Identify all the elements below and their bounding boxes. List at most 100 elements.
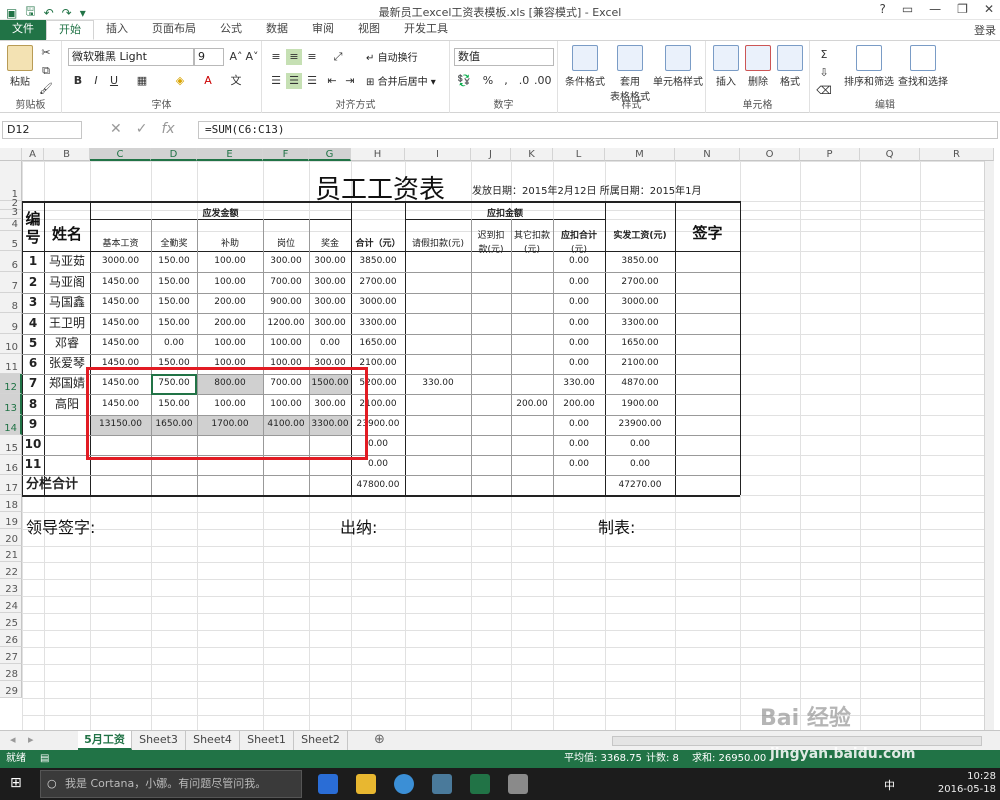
- align-top-icon[interactable]: ≡: [268, 49, 284, 65]
- paste-button[interactable]: 粘贴: [6, 45, 34, 88]
- row-header-25[interactable]: 25: [0, 613, 22, 630]
- explorer-icon[interactable]: [356, 774, 376, 794]
- column-header-J[interactable]: J: [471, 148, 511, 161]
- scroll-tabs-left-icon[interactable]: ◂: [10, 733, 16, 746]
- column-header-D[interactable]: D: [151, 148, 197, 161]
- align-center-icon[interactable]: ☰: [286, 73, 302, 89]
- indent-increase-icon[interactable]: ⇥: [342, 73, 358, 89]
- cortana-search[interactable]: ○ 我是 Cortana，小娜。有问题尽管问我。: [40, 770, 302, 798]
- row-header-11[interactable]: 11: [0, 354, 22, 374]
- paint-icon[interactable]: [508, 774, 528, 794]
- wrap-text-button[interactable]: ↵ 自动换行: [366, 49, 418, 64]
- align-right-icon[interactable]: ☰: [304, 73, 320, 89]
- tab-view[interactable]: 视图: [346, 20, 392, 40]
- horizontal-scrollbar[interactable]: [612, 736, 982, 746]
- row-header-12[interactable]: 12: [0, 374, 22, 394]
- clock[interactable]: 10:28 2016-05-18: [938, 770, 996, 796]
- column-header-L[interactable]: L: [553, 148, 605, 161]
- insert-button[interactable]: 插入: [710, 45, 742, 88]
- sheet-tab-sheet2[interactable]: Sheet2: [294, 731, 348, 750]
- row-header-3[interactable]: 3: [0, 207, 22, 219]
- worksheet-grid[interactable]: A B C D E F G H I J K L M N O P Q R 1 2 3 4 5 6 7 8 9 10 11 12 13 14 15 1…: [0, 148, 994, 730]
- tab-home[interactable]: 开始: [46, 20, 94, 40]
- column-header-H[interactable]: H: [351, 148, 405, 161]
- close-icon[interactable]: ✕: [984, 2, 994, 16]
- vertical-scrollbar[interactable]: [984, 161, 994, 730]
- copy-icon[interactable]: ⧉: [38, 63, 54, 79]
- insert-function-icon[interactable]: fx: [161, 121, 174, 137]
- row-header-9[interactable]: 9: [0, 313, 22, 334]
- fill-color-icon[interactable]: ◈: [172, 73, 188, 89]
- row-header-4[interactable]: 4: [0, 219, 22, 231]
- row-header-23[interactable]: 23: [0, 579, 22, 596]
- scroll-tabs-right-icon[interactable]: ▸: [28, 733, 34, 746]
- delete-button[interactable]: 删除: [742, 45, 774, 88]
- sheet-tab-sheet1[interactable]: Sheet1: [240, 731, 294, 750]
- excel-taskbar-icon[interactable]: [470, 774, 490, 794]
- row-header-17[interactable]: 17: [0, 475, 22, 495]
- column-header-Q[interactable]: Q: [860, 148, 920, 161]
- enter-icon[interactable]: ✓: [136, 121, 148, 137]
- row-header-10[interactable]: 10: [0, 334, 22, 354]
- italic-icon[interactable]: I: [88, 73, 104, 89]
- row-header-6[interactable]: 6: [0, 251, 22, 272]
- font-size-select[interactable]: 9: [194, 48, 224, 66]
- format-painter-icon[interactable]: 🖌: [38, 81, 54, 97]
- sheet-tab-5yue[interactable]: 5月工资: [78, 731, 132, 750]
- column-header-K[interactable]: K: [511, 148, 553, 161]
- cancel-icon[interactable]: ✕: [110, 121, 122, 137]
- add-sheet-icon[interactable]: ⊕: [374, 732, 385, 747]
- currency-icon[interactable]: 💱: [456, 73, 472, 89]
- ribbon-display-icon[interactable]: ▭: [902, 2, 913, 16]
- decrease-decimal-icon[interactable]: .00: [534, 73, 552, 89]
- conditional-format-button[interactable]: 条件格式: [562, 45, 608, 88]
- row-header-7[interactable]: 7: [0, 272, 22, 293]
- increase-decimal-icon[interactable]: .0: [516, 73, 532, 89]
- row-header-13[interactable]: 13: [0, 394, 22, 415]
- comma-icon[interactable]: ,: [498, 73, 514, 89]
- row-header-20[interactable]: 20: [0, 529, 22, 546]
- align-left-icon[interactable]: ☰: [268, 73, 284, 89]
- tab-page-layout[interactable]: 页面布局: [140, 20, 208, 40]
- sort-filter-button[interactable]: 排序和筛选: [842, 45, 896, 88]
- column-header-C[interactable]: C: [90, 148, 151, 161]
- find-select-button[interactable]: 查找和选择: [896, 45, 950, 88]
- macro-record-icon[interactable]: ▤: [40, 750, 49, 768]
- column-header-I[interactable]: I: [405, 148, 471, 161]
- edge-icon[interactable]: [318, 774, 338, 794]
- fill-icon[interactable]: ⇩: [816, 65, 832, 81]
- font-color-icon[interactable]: A: [200, 73, 216, 89]
- row-header-28[interactable]: 28: [0, 664, 22, 681]
- browser-icon[interactable]: [394, 774, 414, 794]
- align-bottom-icon[interactable]: ≡: [304, 49, 320, 65]
- column-header-R[interactable]: R: [920, 148, 994, 161]
- column-header-E[interactable]: E: [197, 148, 263, 161]
- column-header-M[interactable]: M: [605, 148, 675, 161]
- format-as-table-button[interactable]: 套用 表格格式: [608, 45, 652, 103]
- row-header-1[interactable]: 1: [0, 161, 22, 201]
- bold-icon[interactable]: B: [70, 73, 86, 89]
- format-button[interactable]: 格式: [774, 45, 806, 88]
- help-icon[interactable]: ?: [879, 2, 885, 16]
- number-format-select[interactable]: 数值: [454, 48, 554, 66]
- maximize-icon[interactable]: ❐: [957, 2, 968, 16]
- app-icon[interactable]: [432, 774, 452, 794]
- column-header-G[interactable]: G: [309, 148, 351, 161]
- increase-font-icon[interactable]: A˄: [228, 49, 244, 65]
- formula-input[interactable]: =SUM(C6:C13): [198, 121, 998, 139]
- tab-data[interactable]: 数据: [254, 20, 300, 40]
- cut-icon[interactable]: ✂: [38, 45, 54, 61]
- row-header-16[interactable]: 16: [0, 455, 22, 475]
- row-header-15[interactable]: 15: [0, 435, 22, 455]
- cell-styles-button[interactable]: 单元格样式: [652, 45, 704, 88]
- percent-icon[interactable]: %: [480, 73, 496, 89]
- windows-start-icon[interactable]: ⊞: [10, 775, 22, 791]
- column-header-O[interactable]: O: [740, 148, 800, 161]
- row-header-22[interactable]: 22: [0, 562, 22, 579]
- orientation-icon[interactable]: ⤢: [330, 49, 346, 65]
- phonetic-icon[interactable]: 文: [228, 73, 244, 89]
- row-header-19[interactable]: 19: [0, 512, 22, 529]
- tab-formulas[interactable]: 公式: [208, 20, 254, 40]
- select-all-corner[interactable]: [0, 148, 22, 161]
- tab-insert[interactable]: 插入: [94, 20, 140, 40]
